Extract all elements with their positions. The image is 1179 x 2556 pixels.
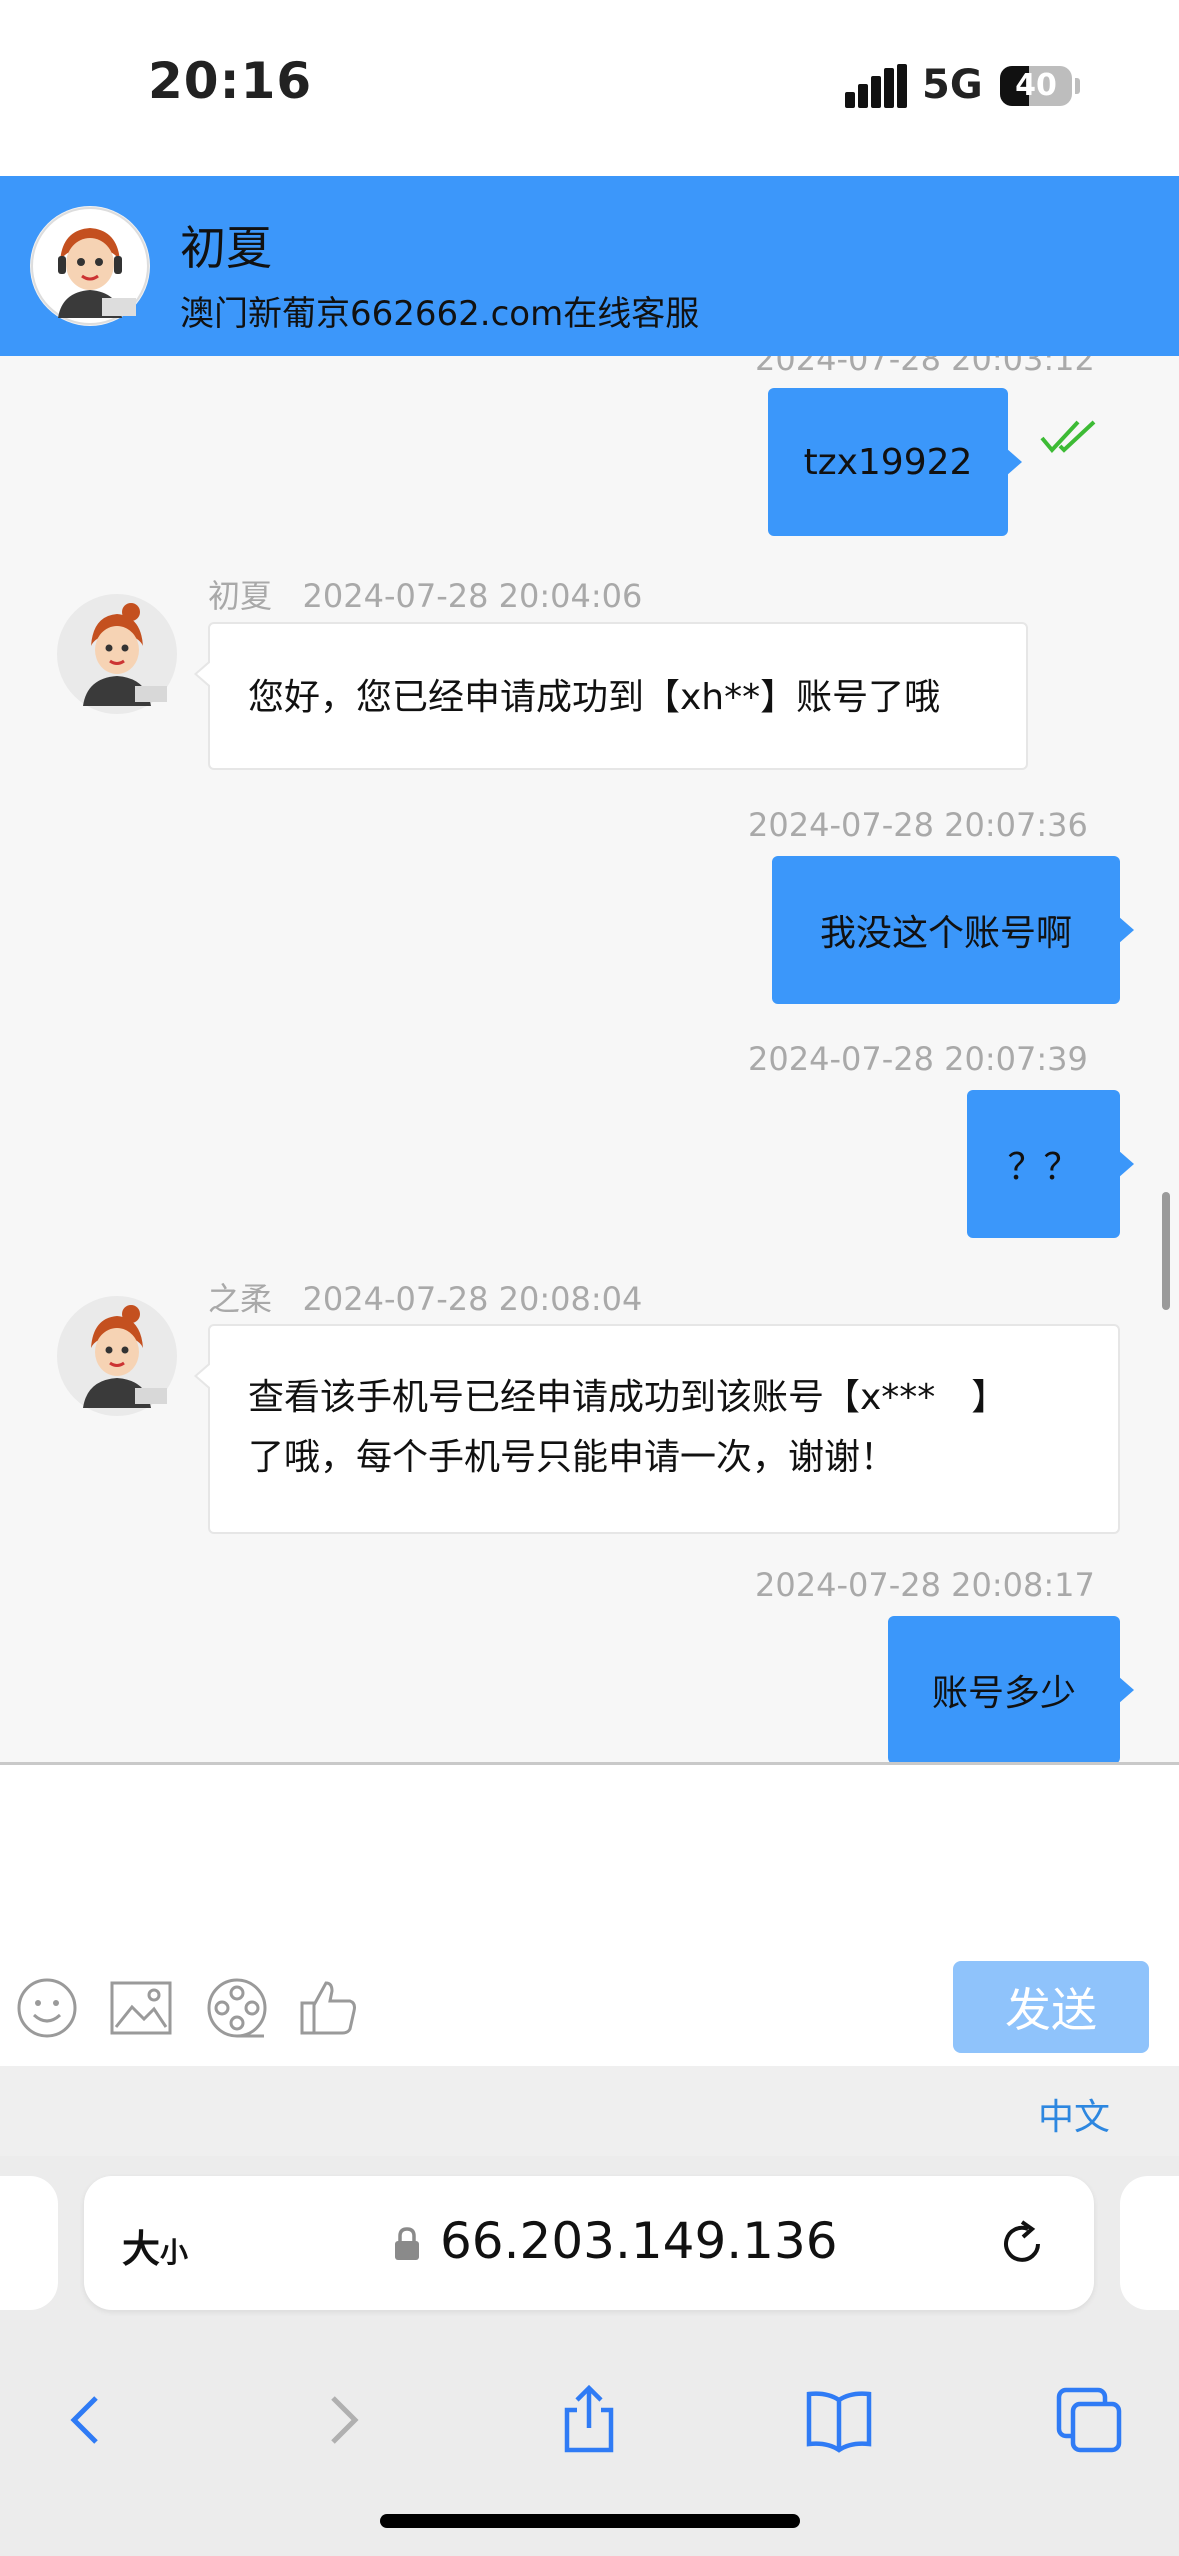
service-title: 澳门新葡京662662.com在线客服: [180, 294, 700, 334]
agent-name: 初夏: [180, 221, 272, 275]
message-text: tzx19922: [803, 441, 973, 483]
previous-tab-preview[interactable]: [0, 2176, 58, 2310]
battery-icon: 40: [1000, 66, 1072, 106]
page-settings-button[interactable]: 大小: [122, 2218, 188, 2273]
message-text-line: 查看该手机号已经申请成功到该账号【x*** 】: [248, 1377, 1008, 1418]
sender-name: 之柔: [208, 1280, 273, 1318]
chat-messages[interactable]: 2024-07-28 20:03:12 tzx19922 初夏 2024-07-…: [0, 356, 1179, 1762]
message-text: ？？: [1007, 1147, 1080, 1188]
message-text-line: 了哦，每个手机号只能申请一次，谢谢！: [248, 1437, 897, 1478]
agent-avatar[interactable]: [30, 206, 150, 326]
message-bubble-out[interactable]: 我没这个账号啊: [772, 856, 1134, 1004]
emoji-icon[interactable]: [14, 1975, 80, 2041]
message-time: 2024-07-28 20:04:06: [302, 577, 643, 615]
read-check-icon: [1040, 420, 1096, 454]
message-bubble-out[interactable]: tzx19922: [768, 388, 1022, 536]
home-indicator[interactable]: [380, 2514, 800, 2528]
text-size-small: 小: [160, 2236, 189, 2269]
message-time: 2024-07-28 20:08:17: [755, 1566, 1095, 1604]
status-bar: 20:16 5G 40: [0, 0, 1179, 176]
tabs-icon[interactable]: [1053, 2384, 1125, 2456]
message-text: 您好，您已经申请成功到【xh**】账号了哦: [248, 677, 941, 718]
signal-icon: [845, 64, 907, 108]
forward-icon[interactable]: [305, 2384, 377, 2456]
send-button[interactable]: 发送: [953, 1961, 1149, 2053]
message-input[interactable]: [20, 1785, 1154, 1927]
message-bubble-out[interactable]: 账号多少: [888, 1616, 1134, 1762]
next-tab-preview[interactable]: [1120, 2176, 1179, 2310]
thumbs-up-icon[interactable]: [296, 1975, 362, 2041]
text-size-large: 大: [122, 2227, 161, 2271]
message-time: 2024-07-28 20:08:04: [302, 1280, 643, 1318]
lock-icon: [395, 2227, 419, 2260]
message-time: 2024-07-28 20:07:39: [748, 1040, 1088, 1078]
chat-scrollbar[interactable]: [1162, 1192, 1170, 1310]
sender-name: 初夏: [208, 577, 273, 615]
message-text: 账号多少: [931, 1673, 1076, 1714]
message-composer: 发送: [0, 1762, 1179, 2069]
message-meta: 初夏 2024-07-28 20:04:06: [208, 571, 642, 617]
browser-toolbar: 大小 66.203.149.136: [0, 2156, 1179, 2556]
reload-icon[interactable]: [994, 2216, 1050, 2272]
message-meta: 之柔 2024-07-28 20:08:04: [208, 1274, 642, 1320]
message-bubble-in[interactable]: 您好，您已经申请成功到【xh**】账号了哦: [194, 622, 1028, 770]
agent-avatar[interactable]: [57, 1296, 177, 1416]
agent-avatar[interactable]: [57, 594, 177, 714]
chat-header: 初夏 澳门新葡京662662.com在线客服: [0, 176, 1179, 356]
message-time: 2024-07-28 20:07:36: [748, 806, 1088, 844]
url-text: 66.203.149.136: [440, 2212, 838, 2270]
message-bubble-out[interactable]: ？？: [967, 1090, 1134, 1238]
video-icon[interactable]: [204, 1975, 270, 2041]
network-label: 5G: [922, 62, 983, 108]
status-time: 20:16: [148, 52, 313, 110]
image-icon[interactable]: [108, 1975, 174, 2041]
battery-level: 40: [1015, 68, 1057, 103]
back-icon[interactable]: [52, 2384, 124, 2456]
keyboard-accessory-bar: 中文: [0, 2066, 1179, 2158]
address-bar[interactable]: 大小 66.203.149.136: [84, 2176, 1094, 2310]
battery-tip: [1075, 78, 1080, 94]
share-icon[interactable]: [553, 2384, 625, 2456]
message-bubble-in[interactable]: 查看该手机号已经申请成功到该账号【x*** 】 了哦，每个手机号只能申请一次，谢…: [194, 1324, 1120, 1534]
bookmarks-icon[interactable]: [803, 2384, 875, 2456]
message-time: 2024-07-28 20:03:12: [755, 356, 1095, 378]
language-switch[interactable]: 中文: [1038, 2088, 1110, 2140]
message-text: 我没这个账号啊: [819, 913, 1072, 954]
